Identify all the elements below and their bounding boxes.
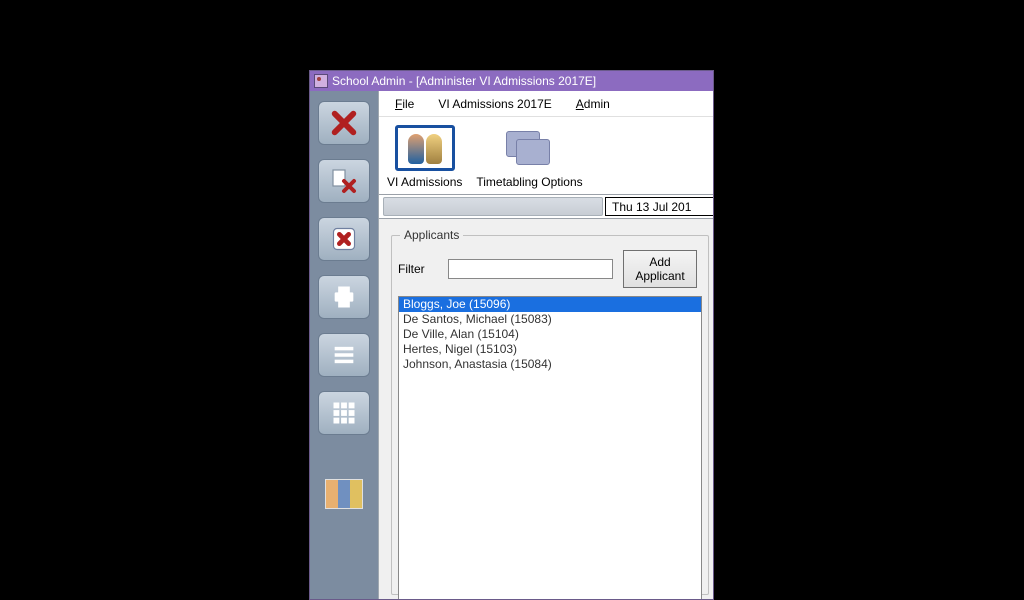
lines-button[interactable]	[318, 333, 370, 377]
tool-vi-admissions[interactable]: VI Admissions	[381, 121, 468, 194]
applicants-group: Applicants Filter Add Applicant Bloggs, …	[391, 235, 709, 595]
datebar: Thu 13 Jul 201	[379, 195, 713, 219]
main-panel: File VI Admissions 2017E Admin VI Admiss…	[378, 91, 713, 599]
print-button[interactable]	[318, 275, 370, 319]
close-button[interactable]	[318, 101, 370, 145]
tool-timetabling[interactable]: Timetabling Options	[470, 121, 588, 194]
timetabling-icon	[500, 125, 560, 171]
grid-button[interactable]	[318, 391, 370, 435]
close-doc-button[interactable]	[318, 159, 370, 203]
filter-row: Filter Add Applicant	[398, 250, 702, 288]
menu-vi-admissions[interactable]: VI Admissions 2017E	[432, 95, 557, 113]
list-item[interactable]: De Ville, Alan (15104)	[399, 327, 701, 342]
print-icon	[330, 283, 358, 311]
thumbnail[interactable]	[325, 479, 363, 509]
close-square-button[interactable]	[318, 217, 370, 261]
toolbar: VI Admissions Timetabling Options	[379, 117, 713, 195]
date-display[interactable]: Thu 13 Jul 201	[605, 197, 713, 216]
close-square-icon	[330, 225, 358, 253]
tool-vi-label: VI Admissions	[387, 175, 462, 189]
app-window: School Admin - [Administer VI Admissions…	[309, 70, 714, 600]
applicants-listbox[interactable]: Bloggs, Joe (15096)De Santos, Michael (1…	[398, 296, 702, 599]
left-sidebar	[310, 91, 378, 599]
grid-icon	[330, 399, 358, 427]
add-applicant-button[interactable]: Add Applicant	[623, 250, 697, 288]
menu-admin[interactable]: Admin	[570, 95, 616, 113]
list-item[interactable]: Hertes, Nigel (15103)	[399, 342, 701, 357]
list-item[interactable]: De Santos, Michael (15083)	[399, 312, 701, 327]
window-body: File VI Admissions 2017E Admin VI Admiss…	[310, 91, 713, 599]
menubar: File VI Admissions 2017E Admin	[379, 91, 713, 117]
window-title: School Admin - [Administer VI Admissions…	[332, 74, 596, 88]
content-area: Applicants Filter Add Applicant Bloggs, …	[379, 219, 713, 599]
list-item[interactable]: Johnson, Anastasia (15084)	[399, 357, 701, 372]
applicants-legend: Applicants	[400, 228, 463, 242]
list-item[interactable]: Bloggs, Joe (15096)	[399, 297, 701, 312]
app-icon	[314, 74, 328, 88]
tool-tt-label: Timetabling Options	[476, 175, 582, 189]
close-icon	[330, 109, 358, 137]
vi-admissions-icon	[395, 125, 455, 171]
datebar-blank[interactable]	[383, 197, 603, 216]
filter-label: Filter	[398, 262, 438, 276]
close-doc-icon	[330, 167, 358, 195]
filter-input[interactable]	[448, 259, 613, 279]
titlebar: School Admin - [Administer VI Admissions…	[310, 71, 713, 91]
menu-file[interactable]: File	[389, 95, 420, 113]
lines-icon	[330, 341, 358, 369]
